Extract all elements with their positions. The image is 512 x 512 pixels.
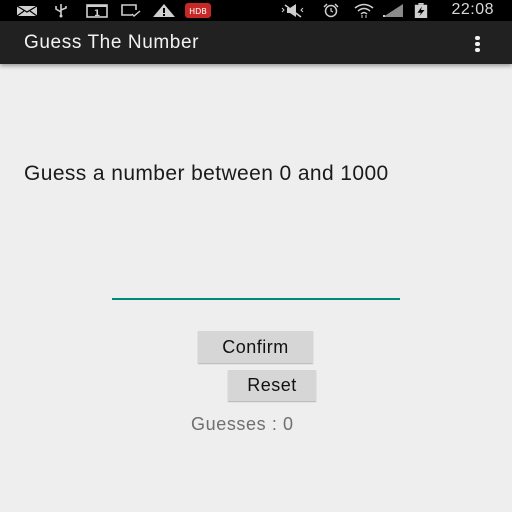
wifi-icon [354, 3, 374, 18]
hdb-app-icon: HDB [185, 3, 211, 18]
warning-icon [153, 4, 175, 17]
more-vert-icon[interactable] [470, 33, 486, 55]
reset-button[interactable]: Reset [228, 370, 316, 401]
email-icon [16, 5, 38, 17]
action-bar: Guess The Number [0, 21, 512, 64]
hdb-label: HDB [189, 7, 207, 16]
confirm-button[interactable]: Confirm [198, 331, 313, 363]
status-bar: 1 HDB 22:08 [0, 0, 512, 21]
alarm-icon [323, 3, 339, 18]
prompt-text: Guess a number between 0 and 1000 [24, 162, 389, 185]
guesses-counter: Guesses : 0 [191, 414, 294, 434]
svg-text:1: 1 [94, 9, 100, 18]
task-check-icon [121, 4, 141, 17]
battery-charging-icon [414, 3, 428, 18]
guess-input[interactable] [112, 268, 400, 300]
clock: 22:08 [451, 1, 494, 18]
calendar-1-icon: 1 [86, 4, 108, 18]
app-title: Guess The Number [24, 32, 200, 53]
signal-icon [383, 4, 403, 17]
mute-icon [281, 4, 304, 18]
usb-icon [55, 4, 67, 18]
